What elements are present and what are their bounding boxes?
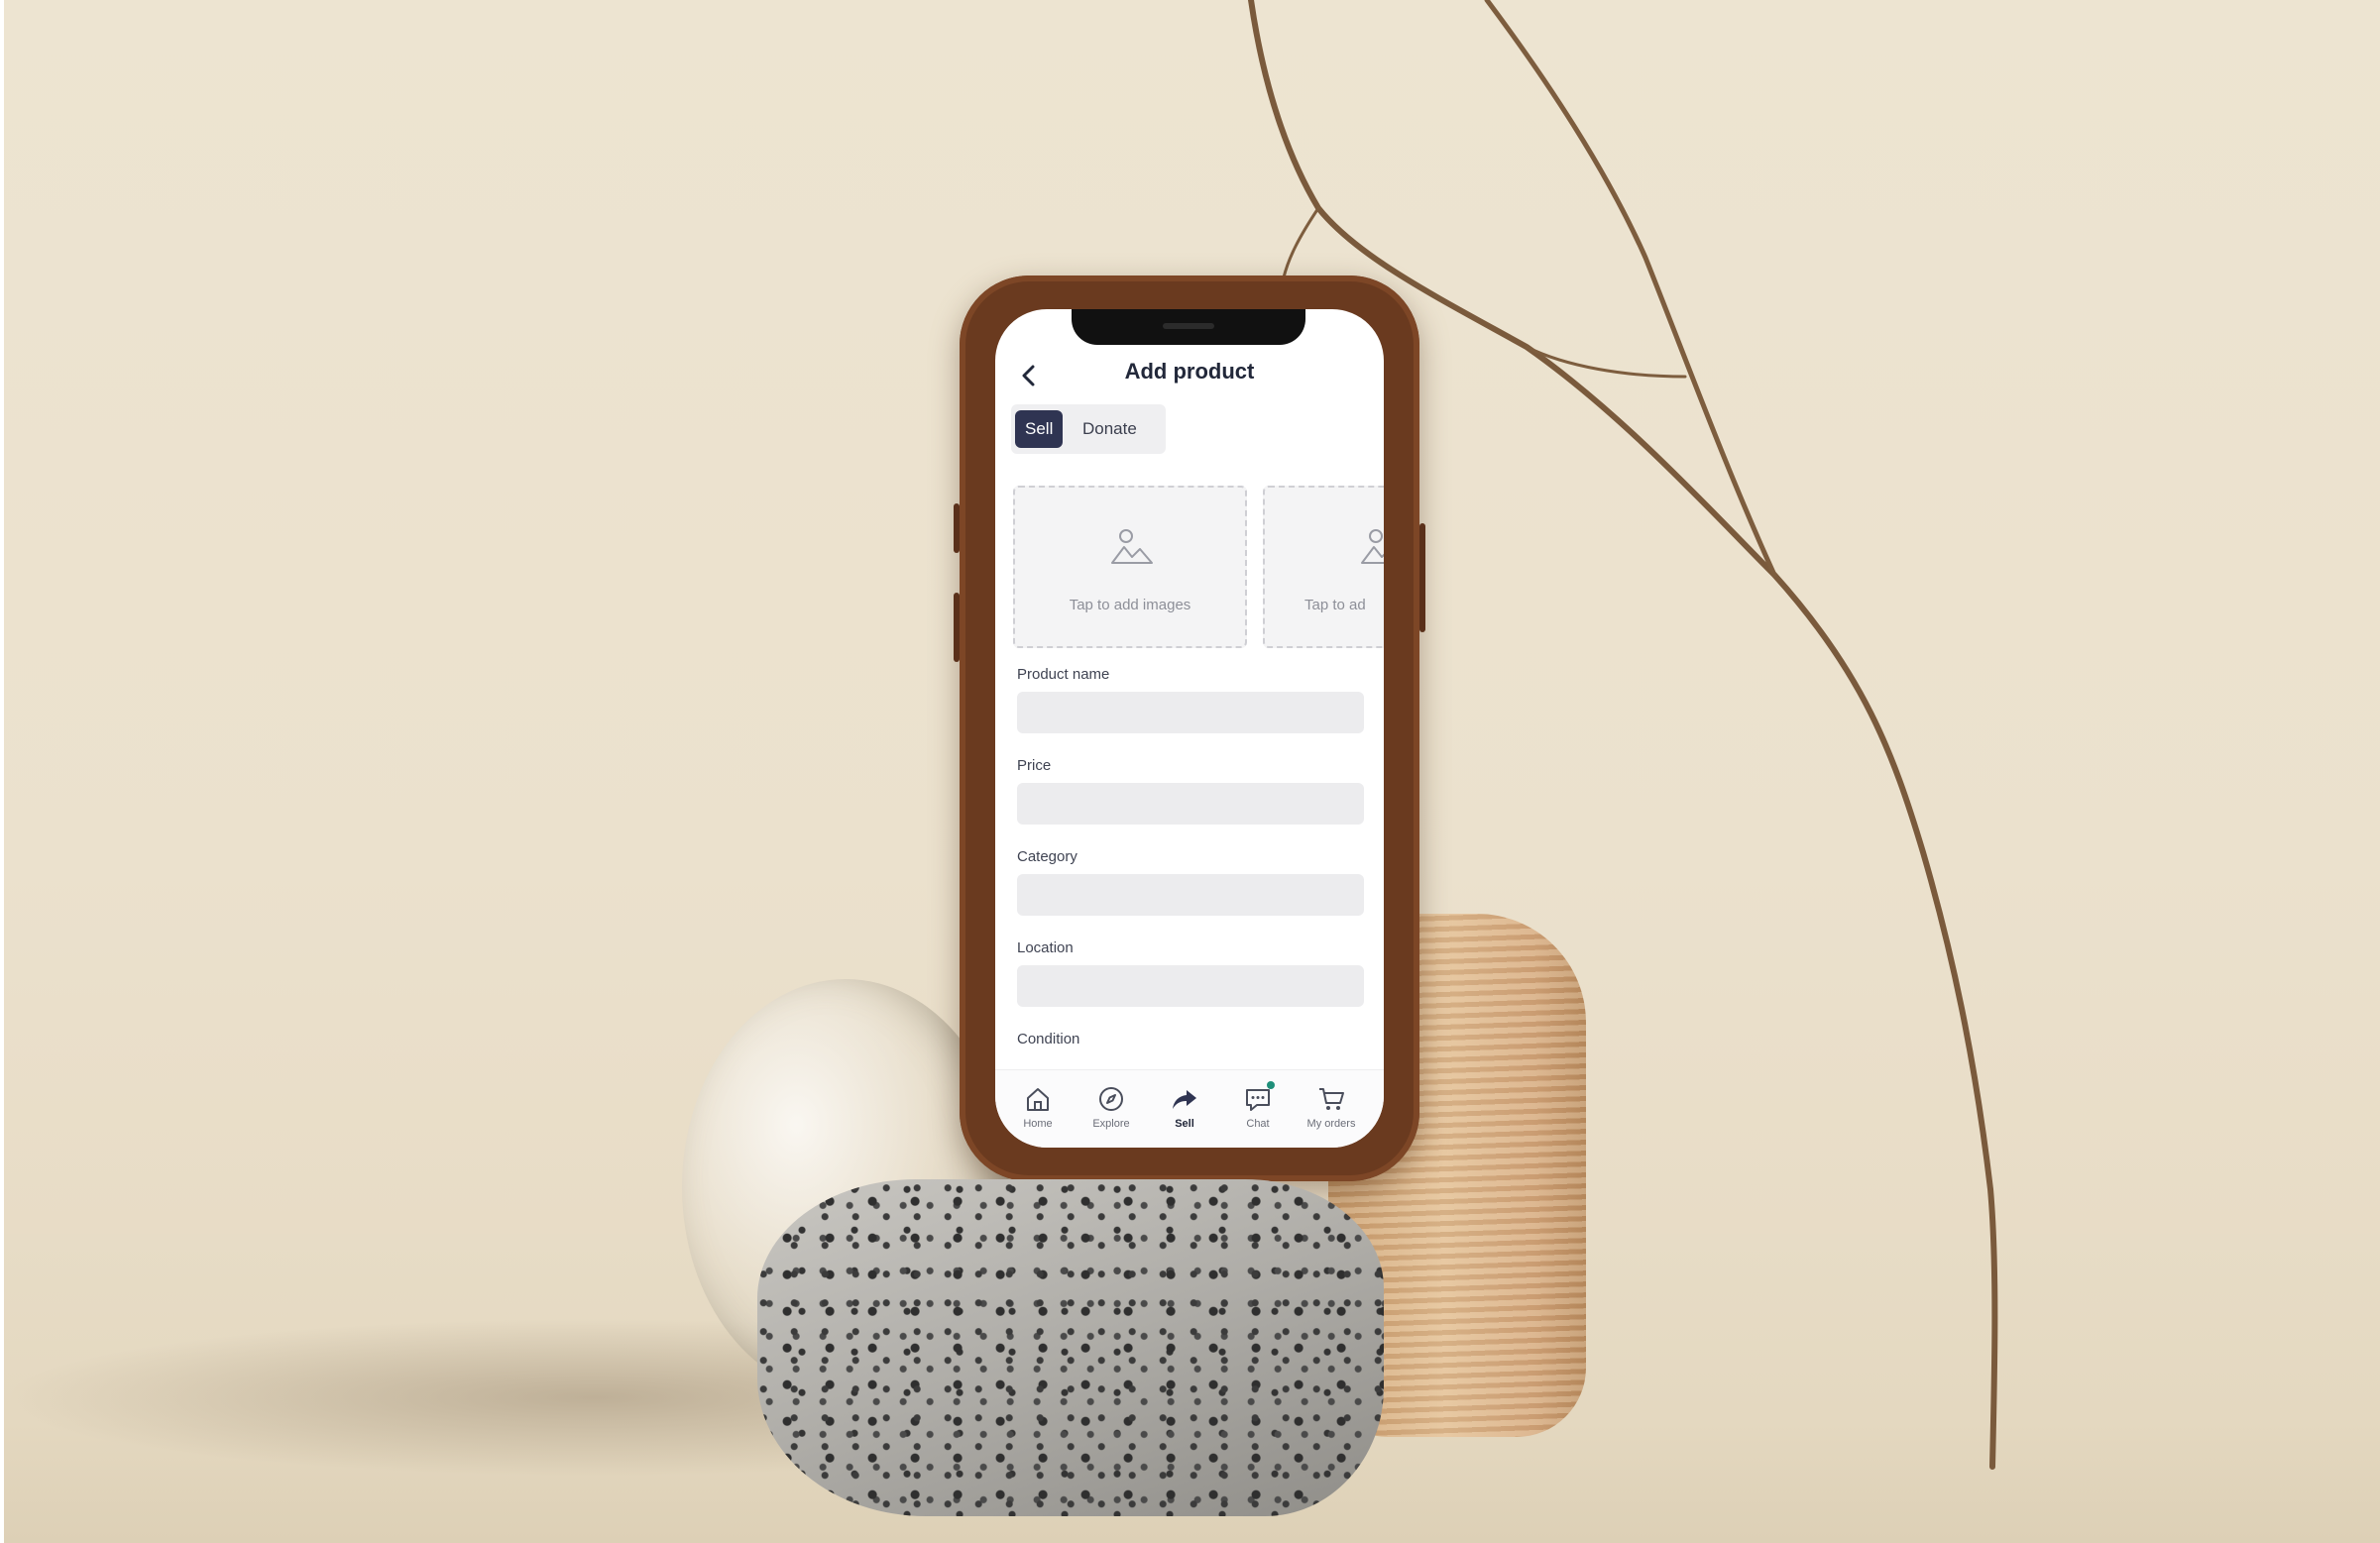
share-arrow-icon (1173, 1090, 1196, 1109)
phone-side-button (954, 503, 960, 553)
phone-power-button (1419, 523, 1425, 632)
field-label-price: Price (1017, 757, 1052, 774)
image-border (0, 0, 4, 1543)
compass-icon (1099, 1087, 1123, 1111)
unread-badge (1267, 1081, 1275, 1089)
category-input[interactable] (1017, 874, 1364, 916)
sell-donate-toggle: Sell Donate (1011, 404, 1166, 454)
tab-label: Chat (1246, 1118, 1270, 1130)
home-icon (1027, 1088, 1049, 1111)
tab-label: Home (1023, 1118, 1053, 1130)
image-upload-tile[interactable]: Tap to add images (1013, 486, 1247, 648)
image-upload-caption: Tap to add images (1069, 597, 1191, 613)
tab-label: Explore (1092, 1118, 1130, 1130)
price-input[interactable] (1017, 783, 1364, 825)
phone-side-button (954, 593, 960, 662)
image-upload-tile[interactable]: Tap to ad (1263, 486, 1384, 648)
page-title: Add product (1124, 359, 1255, 384)
bottom-tab-bar: Home Explore Sell Chat My orders (995, 1069, 1384, 1148)
app-header: Add product (995, 349, 1384, 398)
field-label-condition: Condition (1017, 1031, 1080, 1047)
tab-home[interactable]: Home (1003, 1084, 1073, 1130)
toggle-option-sell[interactable]: Sell (1015, 410, 1064, 448)
cart-icon (1319, 1088, 1344, 1110)
tab-my-orders[interactable]: My orders (1297, 1084, 1366, 1130)
image-placeholder-icon (1111, 529, 1153, 564)
product-name-input[interactable] (1017, 692, 1364, 733)
phone-screen: Add product Sell Donate Tap to add image… (995, 309, 1384, 1148)
image-placeholder-icon (1361, 529, 1384, 564)
phone-notch (1072, 309, 1305, 345)
toggle-option-donate[interactable]: Donate (1073, 410, 1147, 448)
tab-explore[interactable]: Explore (1077, 1084, 1146, 1130)
field-label-location: Location (1017, 939, 1074, 956)
tab-sell[interactable]: Sell (1150, 1084, 1219, 1130)
image-upload-caption: Tap to ad (1304, 597, 1366, 613)
field-label-category: Category (1017, 848, 1077, 865)
tab-chat[interactable]: Chat (1223, 1081, 1293, 1130)
location-input[interactable] (1017, 965, 1364, 1007)
phone-mockup: Add product Sell Donate Tap to add image… (954, 276, 1425, 1181)
granite-rock (757, 1179, 1384, 1516)
field-label-product-name: Product name (1017, 666, 1110, 683)
tab-label: My orders (1306, 1118, 1356, 1130)
tab-label: Sell (1175, 1118, 1194, 1130)
